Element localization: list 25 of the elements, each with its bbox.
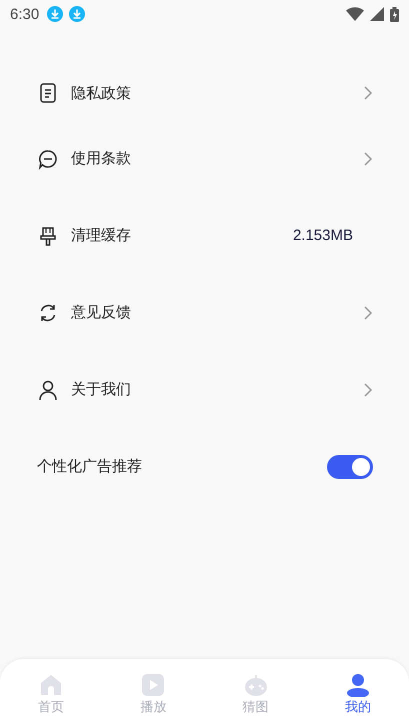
chat-bubble-icon (37, 148, 59, 170)
toggle-switch[interactable] (327, 454, 373, 478)
home-icon (39, 673, 64, 697)
setting-label[interactable]: 个性化广告推荐 (37, 457, 142, 476)
setting-label[interactable]: 清理缓存 (71, 226, 131, 245)
chevron-right-icon (363, 304, 373, 320)
play-icon (141, 673, 166, 697)
download-icon (47, 6, 64, 22)
signal-icon (370, 7, 384, 21)
wifi-icon (346, 7, 364, 21)
chevron-right-icon (363, 150, 373, 166)
chevron-right-icon (363, 382, 373, 398)
setting-label[interactable]: 意见反馈 (71, 303, 131, 322)
battery-icon (390, 6, 399, 22)
setting-label[interactable]: 关于我们 (71, 380, 131, 399)
download-icon (69, 6, 86, 22)
status-time: 6:30 (10, 6, 40, 22)
chevron-right-icon (363, 85, 373, 101)
person-icon (37, 378, 59, 400)
gamepad-icon (244, 673, 268, 697)
cache-size: 2.153MB (292, 227, 353, 244)
setting-label[interactable]: 隐私政策 (71, 84, 131, 102)
person-icon (346, 673, 370, 697)
setting-label[interactable]: 使用条款 (71, 149, 131, 168)
nav-tab[interactable]: 我的 (306, 659, 409, 727)
